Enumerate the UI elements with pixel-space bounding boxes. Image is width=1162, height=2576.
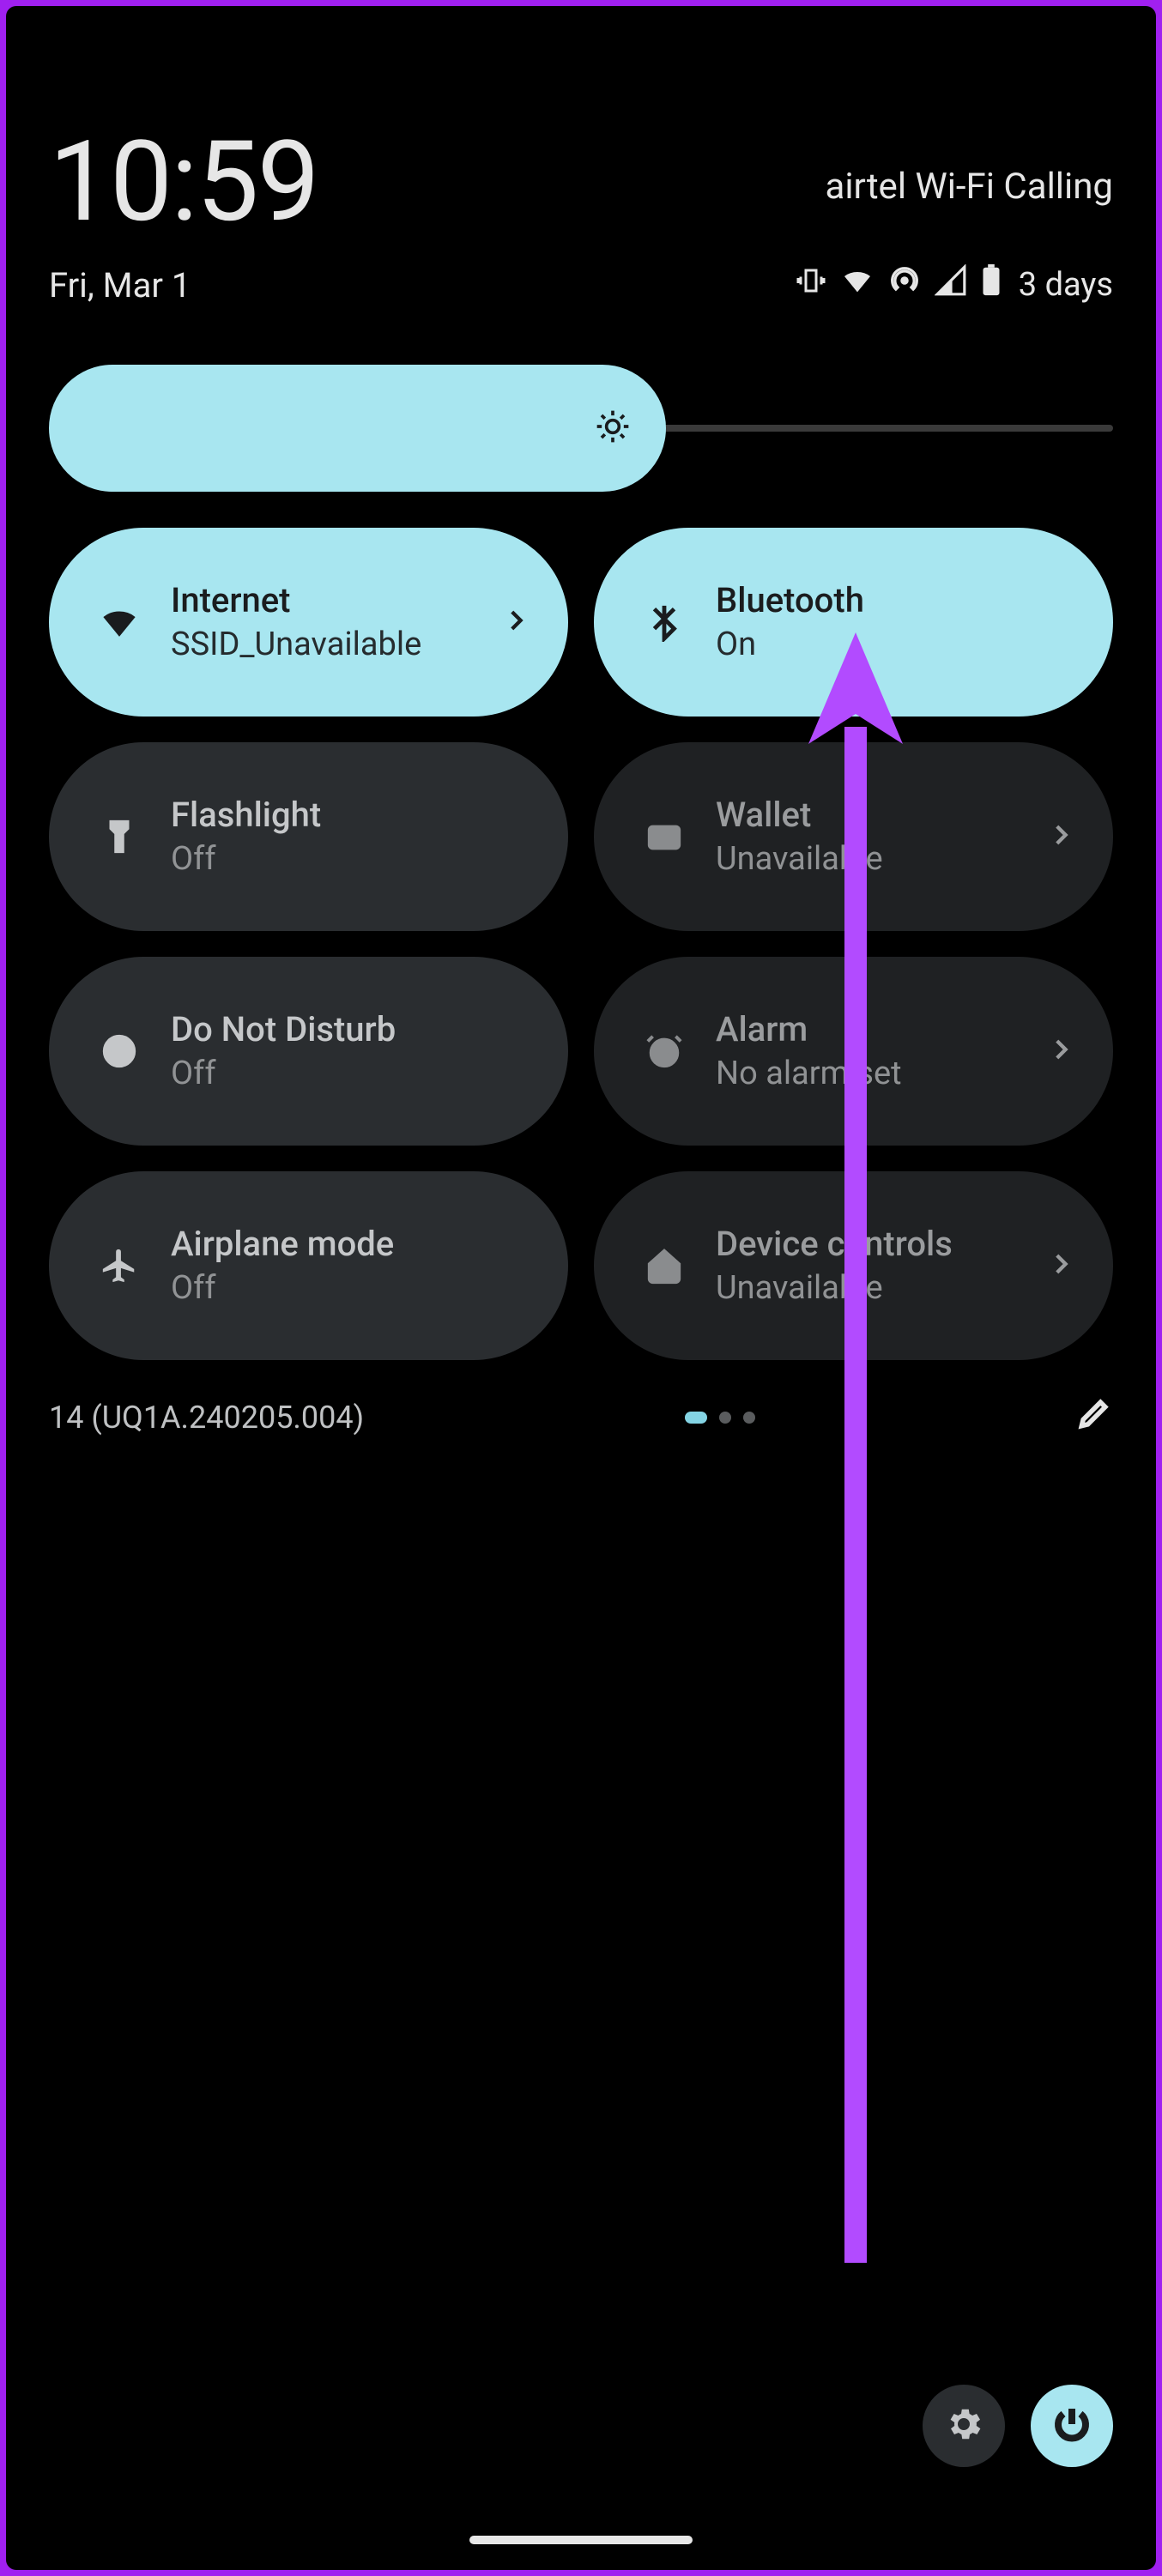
power-button[interactable] <box>1031 2385 1113 2467</box>
brightness-icon <box>594 408 632 449</box>
brightness-slider[interactable] <box>49 365 1113 492</box>
settings-button[interactable] <box>923 2385 1005 2467</box>
status-icon-row: 3 days <box>796 263 1113 306</box>
battery-text: 3 days <box>1019 266 1113 304</box>
tile-subtitle: On <box>716 626 1075 663</box>
tile-title: Do Not Disturb <box>171 1010 530 1049</box>
build-label: 14 (UQ1A.240205.004) <box>49 1400 364 1436</box>
flashlight-icon <box>94 817 145 856</box>
battery-icon <box>981 264 1002 305</box>
qs-tiles-grid: Internet SSID_Unavailable Bluetooth On <box>49 528 1113 1360</box>
tile-subtitle: SSID_Unavailable <box>171 626 501 663</box>
chevron-right-icon <box>501 606 530 638</box>
tile-internet[interactable]: Internet SSID_Unavailable <box>49 528 568 717</box>
page-dot <box>719 1412 731 1424</box>
tile-device-controls[interactable]: Device controls Unavailable <box>594 1171 1113 1360</box>
wifi-icon <box>840 263 875 306</box>
clock: 10:59 <box>49 126 318 238</box>
page-dot <box>685 1412 707 1424</box>
chevron-right-icon <box>1046 1249 1075 1282</box>
carrier-label: airtel Wi-Fi Calling <box>826 166 1114 208</box>
tile-title: Bluetooth <box>716 581 1075 620</box>
tile-subtitle: Off <box>171 1055 530 1092</box>
date-label: Fri, Mar 1 <box>49 265 191 305</box>
tile-title: Device controls <box>716 1225 1046 1264</box>
page-indicator[interactable] <box>685 1412 755 1424</box>
wallet-icon <box>638 817 690 856</box>
brightness-fill <box>49 365 666 492</box>
nav-handle[interactable] <box>469 2536 693 2544</box>
hotspot-icon <box>888 264 921 305</box>
wifi-icon <box>94 602 145 642</box>
airplane-icon <box>94 1246 145 1285</box>
tile-title: Internet <box>171 581 501 620</box>
signal-icon <box>935 264 967 305</box>
alarm-icon <box>638 1031 690 1071</box>
tile-title: Wallet <box>716 795 1046 835</box>
tile-subtitle: Unavailable <box>716 1269 1046 1307</box>
tile-dnd[interactable]: Do Not Disturb Off <box>49 957 568 1146</box>
tile-flashlight[interactable]: Flashlight Off <box>49 742 568 931</box>
tile-title: Flashlight <box>171 795 530 835</box>
tile-title: Airplane mode <box>171 1225 530 1264</box>
qs-footer-row: 14 (UQ1A.240205.004) <box>49 1394 1113 1440</box>
bottom-action-row <box>923 2385 1113 2467</box>
tile-wallet[interactable]: Wallet Unavailable <box>594 742 1113 931</box>
tile-subtitle: Unavailable <box>716 840 1046 878</box>
vibrate-icon <box>796 265 826 305</box>
tile-alarm[interactable]: Alarm No alarm set <box>594 957 1113 1146</box>
status-header: 10:59 airtel Wi-Fi Calling Fri, Mar 1 <box>6 6 1156 306</box>
tile-subtitle: No alarm set <box>716 1055 1046 1092</box>
home-icon <box>638 1246 690 1285</box>
edit-tiles-button[interactable] <box>1075 1394 1113 1440</box>
chevron-right-icon <box>1046 1035 1075 1067</box>
tile-subtitle: Off <box>171 1269 530 1307</box>
power-icon <box>1051 2404 1092 2448</box>
tile-airplane[interactable]: Airplane mode Off <box>49 1171 568 1360</box>
chevron-right-icon <box>1046 820 1075 853</box>
page-dot <box>743 1412 755 1424</box>
tile-title: Alarm <box>716 1010 1046 1049</box>
gear-icon <box>943 2404 984 2448</box>
tile-bluetooth[interactable]: Bluetooth On <box>594 528 1113 717</box>
tile-subtitle: Off <box>171 840 530 878</box>
bluetooth-icon <box>638 602 690 642</box>
quick-settings-panel: 10:59 airtel Wi-Fi Calling Fri, Mar 1 <box>6 6 1156 2570</box>
dnd-icon <box>94 1031 145 1071</box>
